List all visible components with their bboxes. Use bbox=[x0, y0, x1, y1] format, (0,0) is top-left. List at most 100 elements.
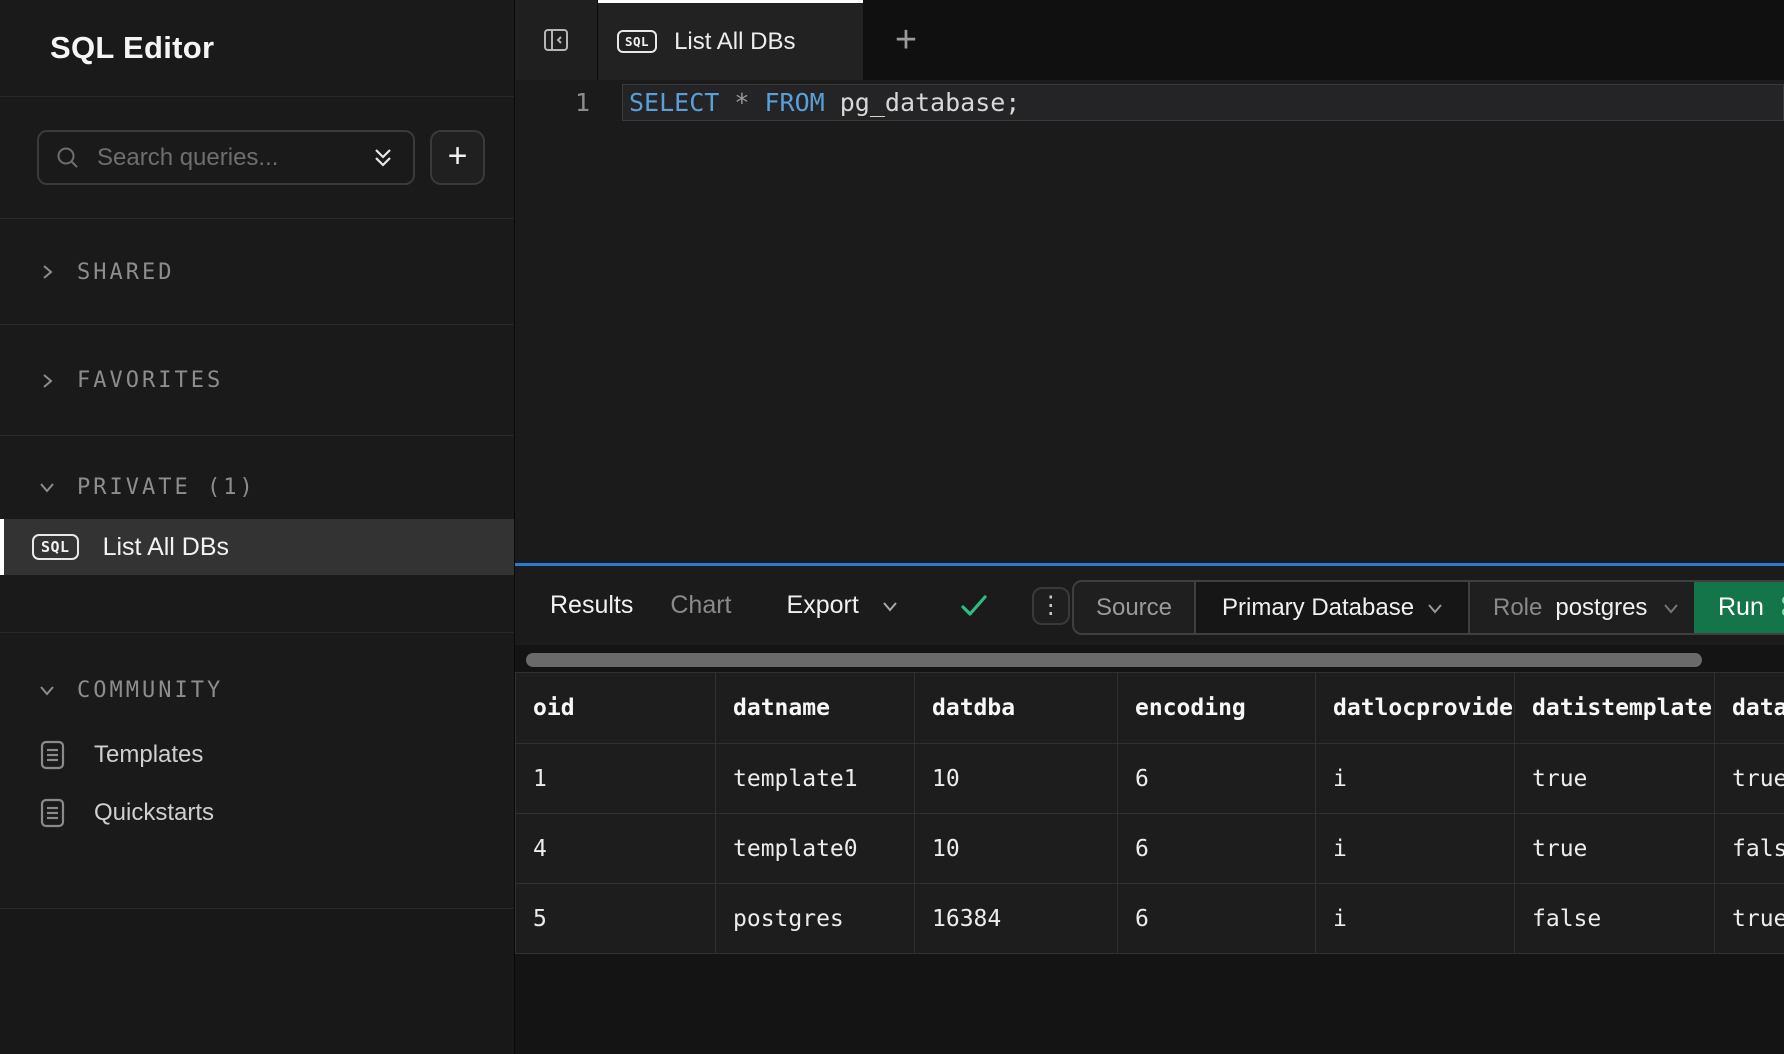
horizontal-scrollbar-thumb[interactable] bbox=[526, 653, 1702, 667]
run-query-button[interactable]: Run ⌘ bbox=[1694, 582, 1784, 633]
sidebar-item-label: Templates bbox=[94, 741, 203, 769]
chevron-down-icon bbox=[37, 477, 57, 497]
results-table: oid datname datdba encoding datlocprovid… bbox=[515, 672, 1784, 954]
section-label: SHARED bbox=[77, 260, 174, 285]
chevron-down-icon bbox=[1660, 597, 1682, 619]
column-header[interactable]: datallowconn bbox=[1715, 673, 1784, 744]
table-row[interactable]: 1 template1 10 6 i true true bbox=[516, 744, 1784, 814]
column-header[interactable]: datname bbox=[716, 673, 915, 744]
sql-keyword: SELECT bbox=[629, 88, 719, 117]
chevron-right-icon bbox=[37, 262, 57, 282]
document-icon bbox=[40, 740, 65, 770]
sidebar-header: SQL Editor bbox=[0, 0, 514, 97]
column-header[interactable]: encoding bbox=[1118, 673, 1316, 744]
app-title: SQL Editor bbox=[50, 30, 214, 66]
export-button[interactable]: Export bbox=[787, 591, 901, 620]
sql-operator: * bbox=[719, 88, 764, 117]
table-cell[interactable]: 5 bbox=[516, 884, 716, 954]
sql-file-icon: SQL bbox=[617, 30, 657, 53]
panel-collapse-left-icon bbox=[542, 26, 570, 54]
table-cell[interactable]: false bbox=[1515, 884, 1715, 954]
new-tab-button[interactable]: + bbox=[883, 17, 929, 63]
sidebar-section-header-favorites[interactable]: FAVORITES bbox=[0, 325, 514, 436]
chevron-down-icon bbox=[879, 595, 901, 617]
table-cell[interactable]: template0 bbox=[716, 814, 915, 884]
current-line[interactable]: SELECT * FROM pg_database; bbox=[622, 84, 1784, 121]
sidebar-section-private: PRIVATE (1) SQL List All DBs bbox=[0, 466, 514, 633]
search-icon bbox=[55, 145, 81, 171]
sidebar-section-shared: SHARED bbox=[0, 219, 514, 325]
table-cell[interactable]: i bbox=[1316, 814, 1515, 884]
table-cell[interactable]: true bbox=[1515, 744, 1715, 814]
sidebar-item-list-all-dbs[interactable]: SQL List All DBs bbox=[0, 519, 514, 575]
table-cell[interactable]: 4 bbox=[516, 814, 716, 884]
chevron-down-icon bbox=[1424, 597, 1446, 619]
sidebar-item-label: Quickstarts bbox=[94, 799, 214, 827]
collapse-sidebar-button[interactable] bbox=[515, 0, 598, 80]
sidebar-section-header-shared[interactable]: SHARED bbox=[0, 219, 514, 325]
connection-selector-group: Source Primary Database Role postgres bbox=[1072, 580, 1784, 635]
kebab-icon: ⋮ bbox=[1039, 594, 1063, 618]
table-cell[interactable]: 6 bbox=[1118, 744, 1316, 814]
table-cell[interactable]: true bbox=[1715, 744, 1784, 814]
section-label: COMMUNITY bbox=[77, 678, 223, 703]
column-header[interactable]: oid bbox=[516, 673, 716, 744]
column-header[interactable]: datdba bbox=[915, 673, 1118, 744]
table-row[interactable]: 4 template0 10 6 i true false bbox=[516, 814, 1784, 884]
table-cell[interactable]: true bbox=[1515, 814, 1715, 884]
column-header[interactable]: datlocprovider bbox=[1316, 673, 1515, 744]
table-cell[interactable]: template1 bbox=[716, 744, 915, 814]
table-cell[interactable]: i bbox=[1316, 884, 1515, 954]
column-header[interactable]: datistemplate bbox=[1515, 673, 1715, 744]
table-cell[interactable]: 10 bbox=[915, 814, 1118, 884]
sidebar-section-header-community[interactable]: COMMUNITY bbox=[0, 669, 514, 711]
tab-list-all-dbs[interactable]: SQL List All DBs bbox=[598, 0, 863, 80]
table-cell[interactable]: 6 bbox=[1118, 814, 1316, 884]
horizontal-scrollbar bbox=[515, 645, 1784, 672]
section-label: FAVORITES bbox=[77, 368, 223, 393]
results-table-area: oid datname datdba encoding datlocprovid… bbox=[515, 672, 1784, 1054]
table-cell[interactable]: i bbox=[1316, 744, 1515, 814]
sidebar-item-templates[interactable]: Templates bbox=[0, 739, 514, 771]
table-cell[interactable]: 16384 bbox=[915, 884, 1118, 954]
line-number: 1 bbox=[515, 84, 610, 121]
table-cell[interactable]: 1 bbox=[516, 744, 716, 814]
code-editor[interactable]: 1 SELECT * FROM pg_database; bbox=[515, 80, 1784, 563]
tab-bar: SQL List All DBs + bbox=[515, 0, 1784, 80]
sidebar-empty-area bbox=[0, 909, 514, 1054]
sidebar-section-header-private[interactable]: PRIVATE (1) bbox=[0, 466, 514, 508]
source-label: Source bbox=[1096, 594, 1172, 622]
section-label: PRIVATE (1) bbox=[77, 475, 256, 500]
database-selector-value: Primary Database bbox=[1222, 594, 1414, 622]
sql-identifier: pg_database; bbox=[825, 88, 1021, 117]
chevron-down-icon bbox=[37, 680, 57, 700]
tab-label: List All DBs bbox=[674, 28, 795, 56]
plus-icon: + bbox=[448, 139, 468, 173]
chevrons-down-icon[interactable] bbox=[371, 145, 395, 171]
sidebar-search-section: + bbox=[0, 97, 514, 219]
source-label-segment: Source bbox=[1074, 582, 1194, 633]
sidebar-item-label: List All DBs bbox=[103, 533, 229, 562]
document-icon bbox=[40, 798, 65, 828]
editor-line-1: 1 SELECT * FROM pg_database; bbox=[515, 84, 1784, 121]
run-label: Run bbox=[1718, 593, 1764, 622]
search-input[interactable] bbox=[95, 143, 357, 173]
search-queries-box[interactable] bbox=[37, 130, 415, 185]
sql-file-icon: SQL bbox=[32, 534, 79, 560]
role-value: postgres bbox=[1555, 594, 1647, 622]
table-cell[interactable]: 10 bbox=[915, 744, 1118, 814]
command-key-icon: ⌘ bbox=[1779, 593, 1784, 623]
table-cell[interactable]: true bbox=[1715, 884, 1784, 954]
new-query-button[interactable]: + bbox=[430, 130, 485, 185]
table-header-row: oid datname datdba encoding datlocprovid… bbox=[516, 673, 1784, 744]
role-selector[interactable]: Role postgres bbox=[1468, 582, 1694, 633]
table-row[interactable]: 5 postgres 16384 6 i false true bbox=[516, 884, 1784, 954]
database-selector[interactable]: Primary Database bbox=[1194, 582, 1468, 633]
table-cell[interactable]: postgres bbox=[716, 884, 915, 954]
tab-results[interactable]: Results bbox=[550, 591, 633, 620]
sidebar-item-quickstarts[interactable]: Quickstarts bbox=[0, 797, 514, 829]
more-options-button[interactable]: ⋮ bbox=[1032, 587, 1070, 625]
tab-chart[interactable]: Chart bbox=[670, 591, 731, 620]
table-cell[interactable]: 6 bbox=[1118, 884, 1316, 954]
table-cell[interactable]: false bbox=[1715, 814, 1784, 884]
